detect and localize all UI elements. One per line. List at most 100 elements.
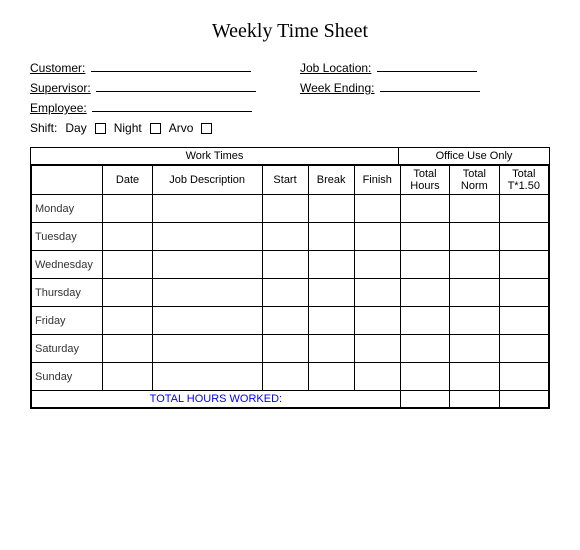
page-title: Weekly Time Sheet (30, 20, 550, 43)
start-cell[interactable] (262, 363, 308, 391)
break-cell[interactable] (308, 195, 354, 223)
job-desc-cell[interactable] (152, 195, 262, 223)
col-header-finish: Finish (354, 166, 400, 195)
customer-label: Customer: (30, 61, 85, 75)
start-cell[interactable] (262, 251, 308, 279)
week-ending-label: Week Ending: (300, 81, 375, 95)
total-norm-value (450, 391, 499, 408)
finish-cell[interactable] (354, 363, 400, 391)
start-cell[interactable] (262, 307, 308, 335)
total-hours-label: TOTAL HOURS WORKED: (32, 391, 401, 408)
start-cell[interactable] (262, 195, 308, 223)
day-label: Saturday (32, 335, 103, 363)
total-norm-cell[interactable] (450, 307, 499, 335)
finish-cell[interactable] (354, 307, 400, 335)
job-desc-cell[interactable] (152, 335, 262, 363)
total-t150-cell[interactable] (499, 251, 548, 279)
total-t150-cell[interactable] (499, 223, 548, 251)
date-cell[interactable] (103, 195, 152, 223)
finish-cell[interactable] (354, 195, 400, 223)
day-label: Sunday (32, 363, 103, 391)
total-hours-cell[interactable] (400, 251, 449, 279)
start-cell[interactable] (262, 223, 308, 251)
day-label: Monday (32, 195, 103, 223)
date-cell[interactable] (103, 279, 152, 307)
total-hours-cell[interactable] (400, 195, 449, 223)
shift-label: Shift: (30, 121, 57, 135)
col-header-date: Date (103, 166, 152, 195)
finish-cell[interactable] (354, 279, 400, 307)
total-hours-cell[interactable] (400, 307, 449, 335)
total-t150-cell[interactable] (499, 363, 548, 391)
col-header-job: Job Description (152, 166, 262, 195)
date-cell[interactable] (103, 307, 152, 335)
total-hours-cell[interactable] (400, 363, 449, 391)
job-desc-cell[interactable] (152, 363, 262, 391)
work-times-header: Work Times (31, 148, 399, 164)
total-t150-cell[interactable] (499, 195, 548, 223)
day-label: Friday (32, 307, 103, 335)
break-cell[interactable] (308, 279, 354, 307)
total-t150-value (499, 391, 548, 408)
finish-cell[interactable] (354, 251, 400, 279)
timesheet: Work Times Office Use Only Date Job Desc… (30, 147, 550, 409)
finish-cell[interactable] (354, 223, 400, 251)
table-row: Tuesday (32, 223, 549, 251)
col-header-break: Break (308, 166, 354, 195)
break-cell[interactable] (308, 307, 354, 335)
date-cell[interactable] (103, 335, 152, 363)
total-norm-cell[interactable] (450, 223, 499, 251)
col-header-total-norm: Total Norm (450, 166, 499, 195)
job-desc-cell[interactable] (152, 279, 262, 307)
table-row: Friday (32, 307, 549, 335)
shift-night-checkbox[interactable] (150, 123, 161, 134)
total-norm-cell[interactable] (450, 363, 499, 391)
table-row: Thursday (32, 279, 549, 307)
total-hours-row: TOTAL HOURS WORKED: (32, 391, 549, 408)
shift-arvo-checkbox[interactable] (201, 123, 212, 134)
day-label: Wednesday (32, 251, 103, 279)
break-cell[interactable] (308, 223, 354, 251)
break-cell[interactable] (308, 335, 354, 363)
shift-night-label: Night (114, 121, 142, 135)
col-header-total-hours: Total Hours (400, 166, 449, 195)
col-header-day (32, 166, 103, 195)
shift-day-checkbox[interactable] (95, 123, 106, 134)
date-cell[interactable] (103, 363, 152, 391)
total-hours-cell[interactable] (400, 279, 449, 307)
employee-label: Employee: (30, 101, 87, 115)
timesheet-table: Date Job Description Start Break Finish … (31, 165, 549, 408)
total-t150-cell[interactable] (499, 335, 548, 363)
shift-arvo-label: Arvo (169, 121, 194, 135)
col-header-start: Start (262, 166, 308, 195)
total-t150-cell[interactable] (499, 307, 548, 335)
total-hours-cell[interactable] (400, 223, 449, 251)
job-desc-cell[interactable] (152, 223, 262, 251)
total-hours-cell[interactable] (400, 335, 449, 363)
break-cell[interactable] (308, 363, 354, 391)
date-cell[interactable] (103, 251, 152, 279)
form-section: Customer: Job Location: Supervisor: Week… (30, 61, 550, 135)
total-norm-cell[interactable] (450, 335, 499, 363)
total-t150-cell[interactable] (499, 279, 548, 307)
table-row: Saturday (32, 335, 549, 363)
date-cell[interactable] (103, 223, 152, 251)
job-location-label: Job Location: (300, 61, 371, 75)
total-norm-cell[interactable] (450, 195, 499, 223)
total-norm-cell[interactable] (450, 279, 499, 307)
break-cell[interactable] (308, 251, 354, 279)
total-norm-cell[interactable] (450, 251, 499, 279)
col-header-total-t150: Total T*1.50 (499, 166, 548, 195)
start-cell[interactable] (262, 279, 308, 307)
job-desc-cell[interactable] (152, 307, 262, 335)
office-use-header: Office Use Only (399, 148, 549, 164)
total-hours-value (400, 391, 449, 408)
column-header-row: Date Job Description Start Break Finish … (32, 166, 549, 195)
table-row: Wednesday (32, 251, 549, 279)
job-desc-cell[interactable] (152, 251, 262, 279)
finish-cell[interactable] (354, 335, 400, 363)
start-cell[interactable] (262, 335, 308, 363)
day-label: Thursday (32, 279, 103, 307)
supervisor-label: Supervisor: (30, 81, 91, 95)
section-headers: Work Times Office Use Only (31, 148, 549, 165)
